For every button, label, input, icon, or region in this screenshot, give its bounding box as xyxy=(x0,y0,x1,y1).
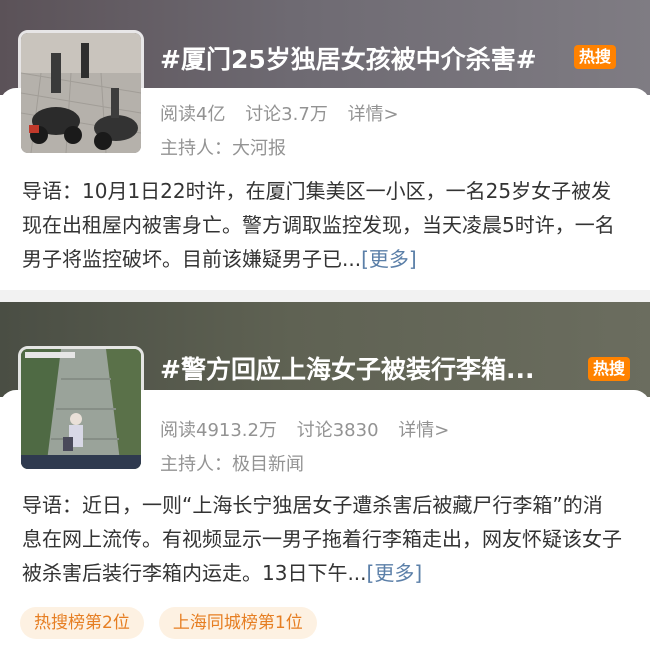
details-link[interactable]: 详情> xyxy=(398,420,449,441)
discussion-count: 讨论3830 xyxy=(296,420,379,441)
topic-intro: 导语：10月1日22时许，在厦门集美区一小区，一名25岁女子被发现在出租屋内被害… xyxy=(22,174,622,276)
read-count: 阅读4亿 xyxy=(160,104,226,125)
topic-title[interactable]: #警方回应上海女子被装行李箱... xyxy=(160,350,534,386)
topic-card-1[interactable]: #厦门25岁独居女孩被中介杀害# 热搜 阅读4亿 讨论3.7万 详情> 主持人：… xyxy=(0,0,650,290)
topic-thumbnail[interactable] xyxy=(18,30,144,156)
cctv-photo-image xyxy=(21,349,141,469)
hot-badge: 热搜 xyxy=(574,45,617,69)
topic-intro: 导语：近日，一则“上海长宁独居女子遭杀害后被藏尸行李箱”的消息在网上流传。有视频… xyxy=(22,488,622,590)
topic-host[interactable]: 主持人：极目新闻 xyxy=(160,450,304,476)
hot-badge: 热搜 xyxy=(588,357,631,381)
intro-text: 导语：10月1日22时许，在厦门集美区一小区，一名25岁女子被发现在出租屋内被害… xyxy=(22,179,615,271)
details-link[interactable]: 详情> xyxy=(348,104,399,125)
intro-text: 导语：近日，一则“上海长宁独居女子遭杀害后被藏尸行李箱”的消息在网上流传。有视频… xyxy=(22,493,622,585)
topic-card-2[interactable]: #警方回应上海女子被装行李箱... 热搜 阅读4913.2万 讨论3830 详情… xyxy=(0,302,650,602)
rank-tag-city-list[interactable]: 上海同城榜第1位 xyxy=(158,607,317,639)
card-divider xyxy=(0,290,650,302)
topic-thumbnail[interactable] xyxy=(18,346,144,472)
topic-host[interactable]: 主持人：大河报 xyxy=(160,134,286,160)
more-link[interactable]: [更多] xyxy=(361,247,417,271)
read-count: 阅读4913.2万 xyxy=(160,420,277,441)
topic-stats: 阅读4913.2万 讨论3830 详情> xyxy=(160,416,463,442)
topic-title[interactable]: #厦门25岁独居女孩被中介杀害# xyxy=(160,40,537,76)
rank-tag-hot-list[interactable]: 热搜榜第2位 xyxy=(20,607,144,639)
street-photo-image xyxy=(21,33,141,153)
topic-stats: 阅读4亿 讨论3.7万 详情> xyxy=(160,100,413,126)
rank-tags: 热搜榜第2位 上海同城榜第1位 xyxy=(20,607,327,639)
more-link[interactable]: [更多] xyxy=(367,561,423,585)
discussion-count: 讨论3.7万 xyxy=(245,104,328,125)
